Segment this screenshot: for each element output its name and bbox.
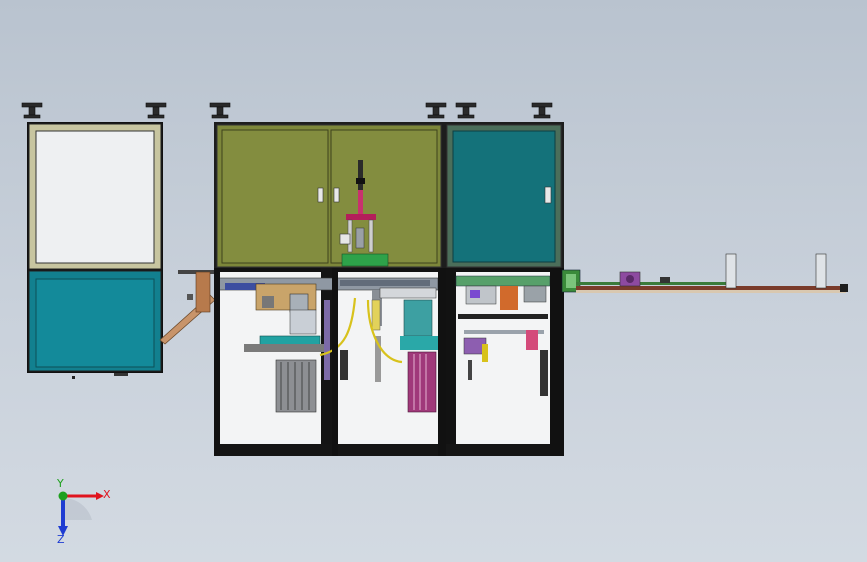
- leveling-feet: [21, 102, 553, 119]
- foot-3: [209, 102, 231, 119]
- z-axis-label: Z: [57, 533, 65, 546]
- door-handle-left[interactable]: [317, 187, 324, 203]
- output-conveyor[interactable]: [561, 253, 848, 293]
- y-axis-dot: [58, 491, 68, 501]
- foot-1: [21, 102, 43, 119]
- feed-chute: [159, 270, 216, 345]
- orientation-triad[interactable]: X Y Z: [56, 477, 111, 546]
- cad-viewport[interactable]: X Y Z: [0, 0, 867, 562]
- door-handle-right-cabinet[interactable]: [544, 186, 552, 204]
- foot-2: [145, 102, 167, 119]
- y-axis-label: Y: [56, 477, 64, 490]
- x-axis-label: X: [103, 488, 111, 501]
- foot-6: [531, 102, 553, 119]
- foot-4: [425, 102, 447, 119]
- foot-5: [455, 102, 477, 119]
- left-cabinet[interactable]: [27, 122, 163, 379]
- door-handle-right[interactable]: [333, 187, 340, 203]
